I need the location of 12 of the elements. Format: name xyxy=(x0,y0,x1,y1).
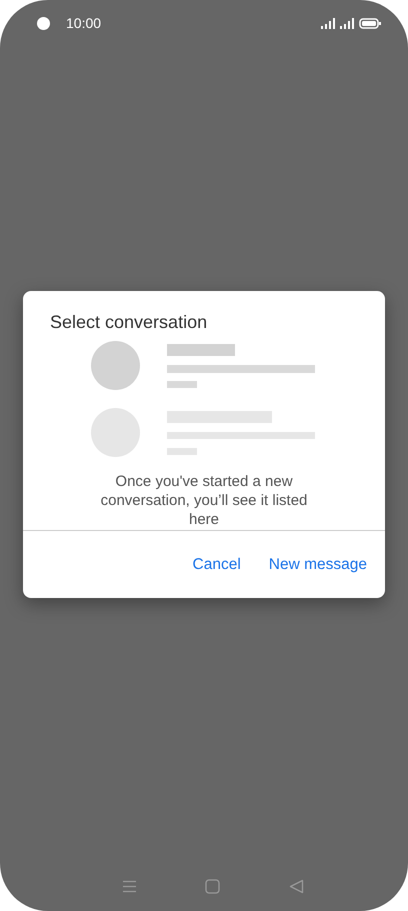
signal-icon xyxy=(340,18,355,28)
signal-icon xyxy=(321,18,336,28)
new-message-button[interactable]: New message xyxy=(258,545,377,584)
cancel-button[interactable]: Cancel xyxy=(182,545,251,584)
clock-time: 10:00 xyxy=(66,14,102,32)
menu-icon[interactable] xyxy=(122,880,138,892)
home-square-icon[interactable] xyxy=(205,878,220,894)
back-icon[interactable] xyxy=(288,878,304,894)
camera-dot-icon xyxy=(37,16,50,30)
battery-icon xyxy=(359,18,381,28)
dialog-title: Select conversation xyxy=(49,310,208,334)
empty-message: Once you've started a new conversation, you’ll see it listed here xyxy=(100,472,308,530)
